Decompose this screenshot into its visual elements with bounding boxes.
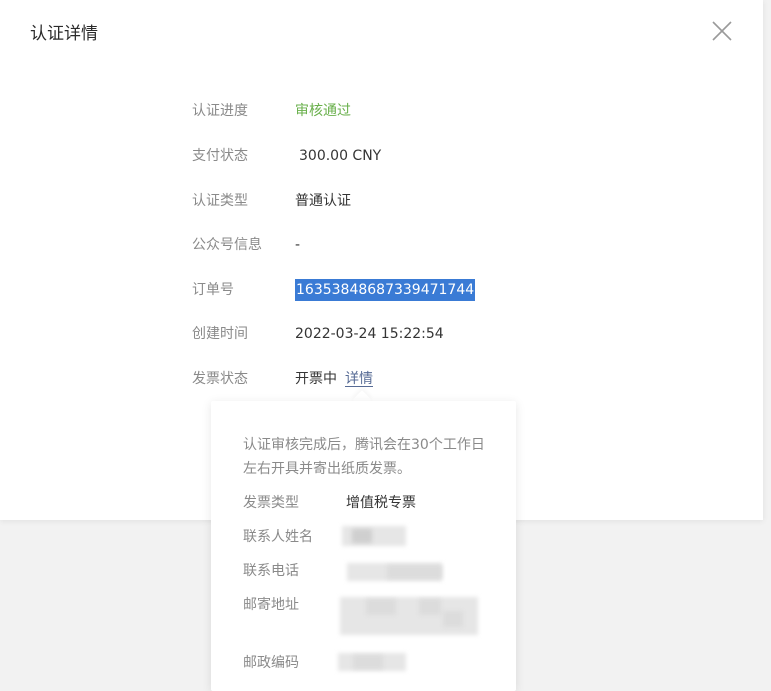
invoice-label: 联系电话 [243, 563, 299, 579]
detail-label: 订单号 [192, 282, 234, 298]
invoice-label: 发票类型 [243, 495, 299, 511]
detail-label: 认证进度 [192, 103, 248, 119]
redacted-address-mark [443, 611, 463, 627]
payment-amount: 300.00 CNY [299, 148, 382, 164]
created-time-value: 2022-03-24 15:22:54 [295, 326, 444, 342]
invoice-label: 邮政编码 [243, 655, 299, 671]
invoice-type-value: 增值税专票 [346, 495, 416, 511]
invoice-details-link[interactable]: 详情 [345, 371, 373, 387]
redacted-address-mark [366, 599, 396, 615]
account-info-value: - [295, 237, 301, 253]
redacted-phone-mark [387, 565, 442, 579]
dialog-title: 认证详情 [30, 24, 98, 44]
auth-type-value: 普通认证 [295, 193, 351, 209]
invoice-status-value: 开票中 详情 [295, 368, 373, 390]
invoice-label: 邮寄地址 [243, 597, 299, 613]
invoice-notice: 认证审核完成后，腾讯会在30个工作日左右开具并寄出纸质发票。 [243, 437, 485, 477]
detail-label: 创建时间 [192, 326, 248, 342]
invoice-label: 联系人姓名 [243, 529, 313, 545]
status-text: 审核通过 [295, 103, 351, 119]
detail-label: 支付状态 [192, 148, 248, 164]
order-number[interactable]: 16353848687339471744 [295, 279, 476, 301]
detail-label: 认证类型 [192, 193, 248, 209]
invoice-popover: 认证审核完成后，腾讯会在30个工作日左右开具并寄出纸质发票。 发票类型 增值税专… [211, 401, 516, 691]
redacted-address-mark [419, 599, 441, 615]
close-icon[interactable] [710, 20, 734, 42]
detail-label: 发票状态 [192, 371, 248, 387]
redacted-postcode-mark [353, 655, 383, 669]
invoice-status-text: 开票中 [295, 371, 337, 387]
redacted-contact-name-mark [352, 529, 372, 543]
detail-label: 公众号信息 [192, 237, 262, 253]
